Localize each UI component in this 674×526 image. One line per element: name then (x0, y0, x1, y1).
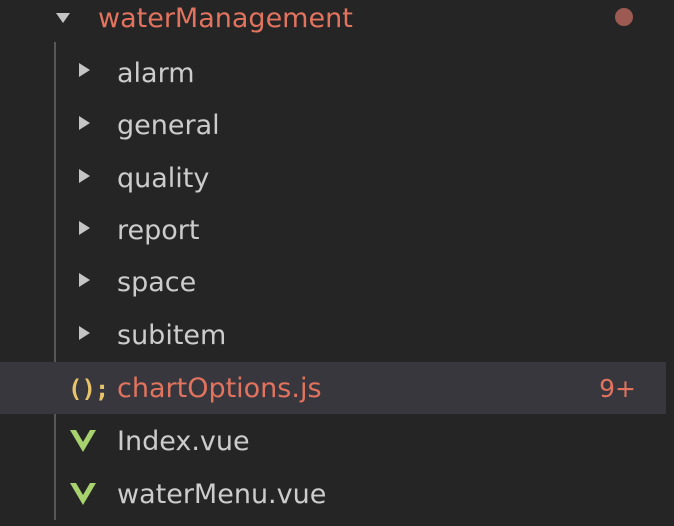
folder-row-general[interactable]: general (0, 100, 666, 152)
file-row-chartoptions[interactable]: (); chartOptions.js 9+ (0, 362, 666, 414)
chevron-right-icon[interactable] (79, 63, 90, 77)
folder-row-space[interactable]: space (0, 257, 666, 309)
chevron-right-icon[interactable] (79, 326, 90, 340)
folder-label: report (117, 215, 200, 246)
folder-row-quality[interactable]: quality (0, 153, 666, 205)
js-file-icon: (); (68, 375, 109, 403)
file-row-index-vue[interactable]: Index.vue (0, 416, 666, 468)
folder-label: space (117, 267, 197, 298)
chevron-right-icon[interactable] (79, 273, 90, 287)
chevron-right-icon[interactable] (79, 169, 90, 183)
file-label: waterMenu.vue (117, 479, 327, 510)
folder-row-watermanagement[interactable]: waterManagement (0, 0, 666, 52)
chevron-right-icon[interactable] (79, 116, 90, 130)
chevron-down-icon[interactable] (56, 13, 70, 23)
chevron-right-icon[interactable] (79, 221, 90, 235)
folder-label: general (117, 110, 220, 141)
file-row-watermenu-vue[interactable]: waterMenu.vue (0, 469, 666, 521)
modified-dot-icon (615, 8, 633, 26)
folder-label: waterManagement (98, 3, 353, 34)
file-explorer-tree: waterManagement alarm general quality re… (0, 0, 674, 526)
file-label: chartOptions.js (117, 373, 322, 404)
vue-file-icon (70, 483, 96, 505)
folder-row-subitem[interactable]: subitem (0, 310, 666, 362)
folder-row-report[interactable]: report (0, 205, 666, 257)
folder-label: subitem (117, 320, 227, 351)
problems-badge: 9+ (599, 374, 636, 403)
folder-label: alarm (117, 58, 195, 89)
folder-row-alarm[interactable]: alarm (0, 48, 666, 100)
file-label: Index.vue (117, 426, 250, 457)
folder-label: quality (117, 163, 210, 194)
vue-file-icon (70, 430, 96, 452)
